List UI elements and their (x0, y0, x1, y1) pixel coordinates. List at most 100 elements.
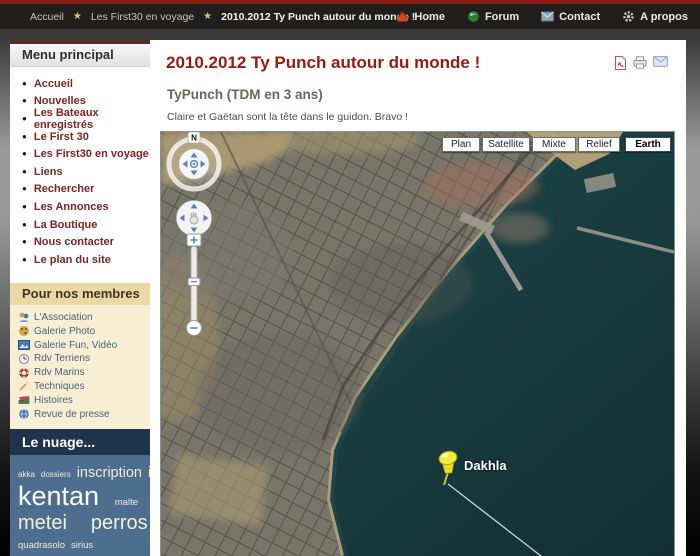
tag-malte[interactable]: malte (115, 497, 138, 508)
pdf-icon[interactable] (614, 56, 627, 70)
article-title: TyPunch (TDM en 3 ans) (167, 87, 686, 102)
sidebar-item-rechercher[interactable]: ● Rechercher (22, 181, 150, 199)
tag-kentan[interactable]: kentan (18, 481, 99, 512)
tag-metei[interactable]: metei (18, 512, 67, 535)
tag-akka[interactable]: akka (18, 470, 35, 479)
menu-label: Les Bateaux enregistrés (34, 107, 150, 131)
email-icon[interactable] (653, 56, 668, 67)
menu-label: Accueil (34, 78, 73, 90)
nav-contact-label: Contact (559, 11, 600, 23)
main-content: 2010.2012 Ty Punch autour du monde ! TyP… (150, 40, 686, 556)
compass-clock-icon (18, 353, 30, 365)
member-label: Rdv Marins (34, 367, 85, 378)
tag-cloud-line: quadrasolo sirius (18, 540, 144, 551)
breadcrumb-current: 2010.2012 Ty Punch autour du monde ! (221, 11, 415, 23)
member-item-histoires[interactable]: Histoires (18, 393, 150, 407)
pan-control[interactable] (177, 201, 212, 236)
tag-sirius[interactable]: sirius (71, 540, 93, 551)
member-label: L'Association (34, 312, 93, 323)
tag-cloud-line: akka dossiers inscription italie (18, 465, 144, 481)
sidebar-item-bateaux[interactable]: ●Les Bateaux enregistrés (22, 110, 150, 128)
member-item-galerie-photo[interactable]: Galerie Photo (18, 324, 150, 338)
bullet-icon: ● (22, 168, 27, 176)
member-item-association[interactable]: L'Association (18, 311, 150, 325)
nav-home[interactable]: Home (396, 10, 445, 23)
star-icon: ★ (203, 11, 212, 22)
palette-icon (18, 325, 30, 337)
member-label: Rdv Terriens (34, 353, 90, 364)
sidebar-item-contacter[interactable]: ● Nous contacter (22, 233, 150, 251)
article-intro: Claire et Gaëtan sont la tête dans le gu… (167, 111, 686, 123)
tag-inscription[interactable]: inscription (77, 465, 142, 481)
sidebar-item-annonces[interactable]: ●Les Annonces (22, 198, 150, 216)
bullet-icon: ● (22, 203, 27, 211)
books-icon (18, 394, 30, 406)
top-bar: Accueil ★ Les First30 en voyage ★ 2010.2… (0, 0, 700, 29)
gear-icon (622, 10, 635, 23)
sidebar-item-plan-site[interactable]: ● Le plan du site (22, 251, 150, 269)
member-item-rdv-terriens[interactable]: Rdv Terriens (18, 352, 150, 366)
tag-cloud-line: kentan malte (18, 481, 144, 512)
main-menu: ●Accueil ●Nouvelles ●Les Bateaux enregis… (10, 67, 150, 269)
page-title: 2010.2012 Ty Punch autour du monde ! (166, 53, 596, 73)
menu-label: Nous contacter (34, 236, 114, 248)
menu-label: Le plan du site (34, 254, 111, 266)
tag-cloud-line: metei perros (18, 512, 144, 535)
nav-home-label: Home (414, 11, 445, 23)
menu-label: La Boutique (34, 219, 98, 231)
bullet-icon: ● (22, 238, 27, 246)
sidebar-item-accueil[interactable]: ●Accueil (22, 75, 150, 93)
bullet-icon: ● (22, 221, 27, 229)
breadcrumb-home-link[interactable]: Accueil (30, 11, 64, 23)
member-item-galerie-fun-video[interactable]: Galerie Fun, Vidéo (18, 338, 150, 352)
map-type-plan-button[interactable]: Plan (442, 137, 480, 152)
menu-label: Rechercher (34, 183, 95, 195)
map-type-satellite-button[interactable]: Satellite (482, 137, 530, 152)
bullet-icon: ● (22, 256, 27, 264)
map-type-earth-button[interactable]: Earth (625, 137, 671, 152)
sidebar: Menu principal ●Accueil ●Nouvelles ●Les … (10, 40, 150, 556)
star-icon: ★ (73, 11, 82, 22)
print-icon[interactable] (633, 56, 647, 69)
bullet-icon: ● (22, 133, 27, 141)
globe-icon (18, 408, 30, 420)
marker-label: Dakhla (464, 458, 507, 473)
top-nav: Home Forum Contact A propos (396, 4, 688, 29)
tag-perros[interactable]: perros (91, 512, 148, 535)
map-type-mixte-button[interactable]: Mixte (532, 137, 576, 152)
member-label: Techniques (34, 381, 85, 392)
tag-quadrasolo[interactable]: quadrasolo (18, 540, 65, 551)
bullet-icon: ● (22, 185, 27, 193)
home-icon (396, 10, 409, 23)
lifebuoy-icon (18, 367, 30, 379)
sidebar-item-voyage[interactable]: ●Les First30 en voyage (22, 145, 150, 163)
nav-contact[interactable]: Contact (541, 11, 600, 23)
forum-icon (467, 10, 480, 23)
member-label: Galerie Photo (34, 326, 95, 337)
main-menu-header: Menu principal (10, 44, 150, 67)
menu-label: Liens (34, 166, 63, 178)
map-type-buttons: Plan Satellite Mixte Relief Earth (440, 137, 671, 152)
document-actions (614, 56, 668, 70)
map-canvas[interactable]: Dakhla N (161, 132, 674, 556)
satellite-map[interactable]: Dakhla N (160, 131, 675, 556)
bullet-icon: ● (22, 150, 27, 158)
sidebar-item-boutique[interactable]: ● La Boutique (22, 216, 150, 234)
photo-video-icon (18, 339, 30, 351)
tag-dossiers[interactable]: dossiers (41, 470, 71, 479)
member-item-revue-presse[interactable]: Revue de presse (18, 407, 150, 421)
nav-about[interactable]: A propos (622, 10, 688, 23)
breadcrumb-voyage-link[interactable]: Les First30 en voyage (91, 11, 194, 23)
member-item-techniques[interactable]: Techniques (18, 380, 150, 394)
members-menu: L'Association Galerie Photo Galerie Fun,… (10, 305, 150, 429)
tag-cloud-header: Le nuage... (10, 429, 150, 455)
page: Accueil ★ Les First30 en voyage ★ 2010.2… (0, 0, 700, 556)
nav-forum[interactable]: Forum (467, 10, 519, 23)
sidebar-item-liens[interactable]: ● Liens (22, 163, 150, 181)
member-item-rdv-marins[interactable]: Rdv Marins (18, 366, 150, 380)
menu-label: Nouvelles (34, 95, 86, 107)
association-icon (18, 311, 30, 323)
map-type-relief-button[interactable]: Relief (578, 137, 620, 152)
member-label: Revue de presse (34, 409, 110, 420)
tag-cloud: akka dossiers inscription italie kentan … (10, 455, 150, 556)
